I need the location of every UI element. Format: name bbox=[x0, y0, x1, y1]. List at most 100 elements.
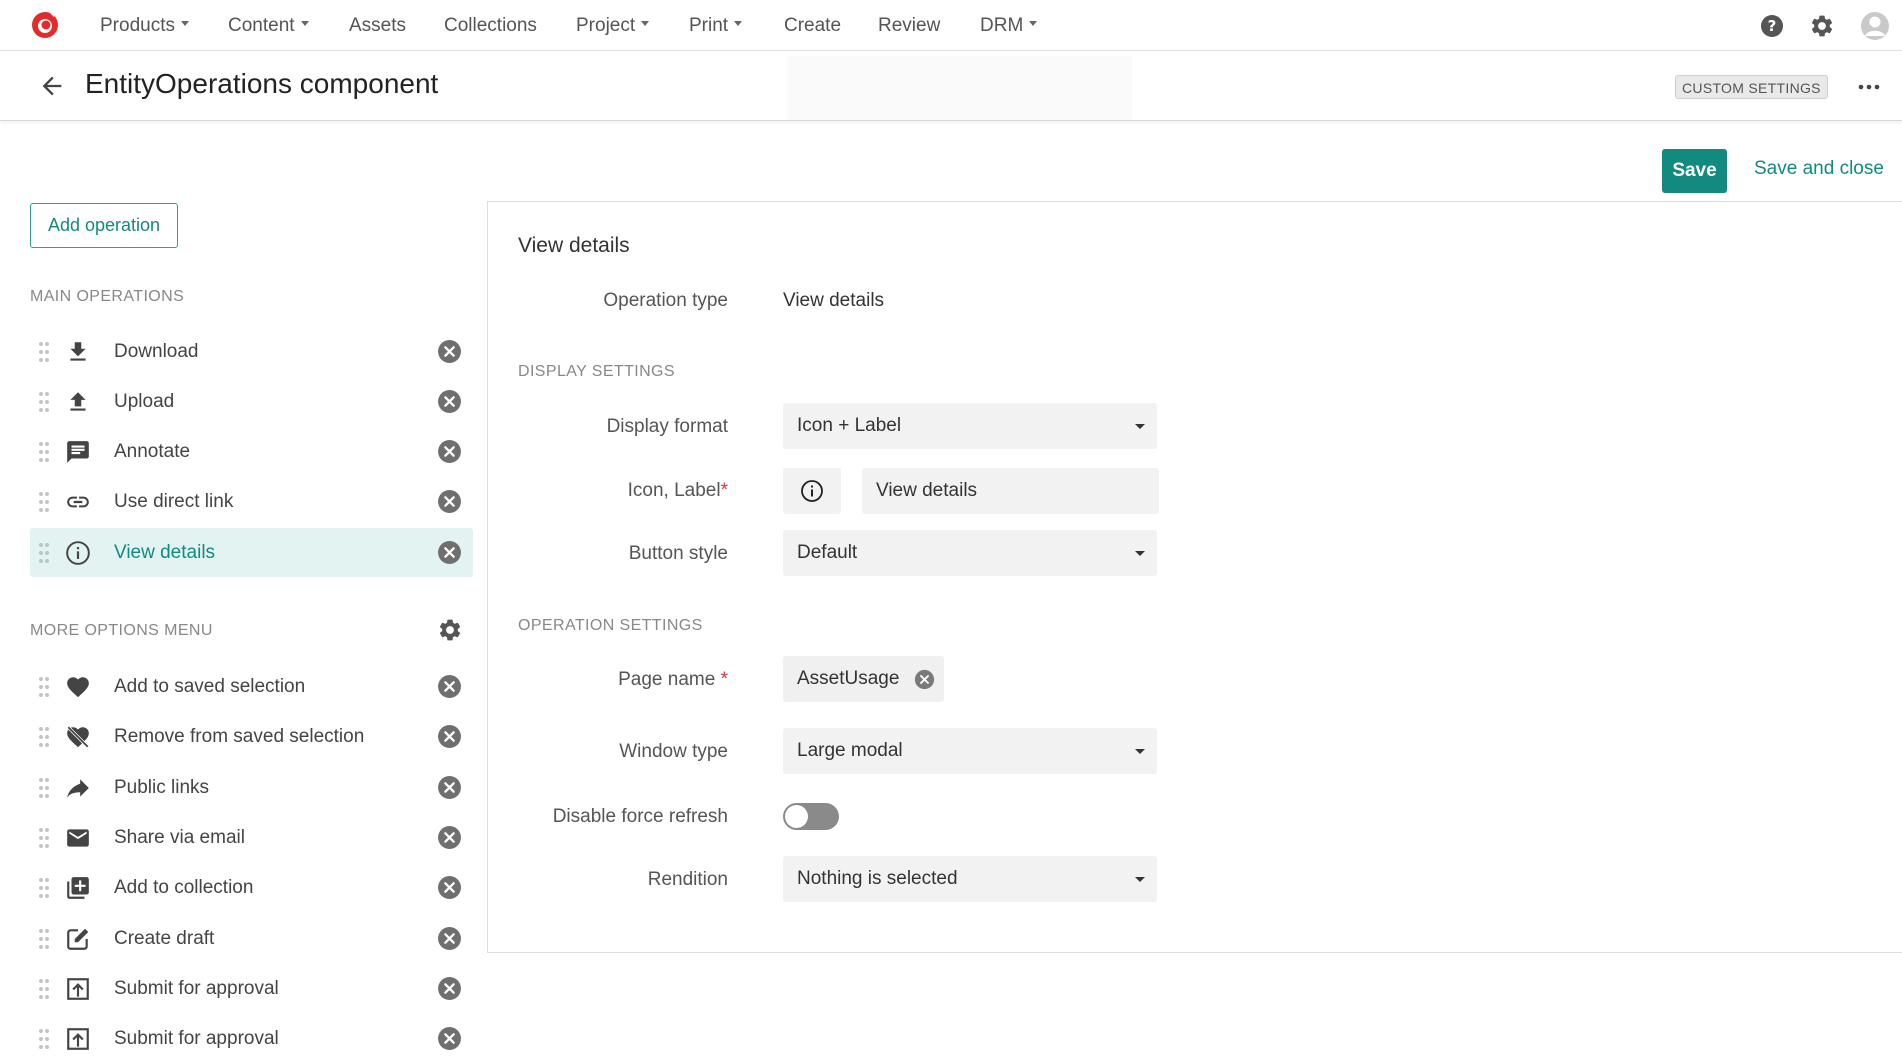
disable-force-refresh-toggle[interactable] bbox=[783, 803, 839, 830]
remove-circle-icon[interactable] bbox=[437, 439, 462, 464]
heart-icon bbox=[67, 677, 89, 698]
drag-handle-icon[interactable] bbox=[38, 491, 50, 513]
operation-row-share-email[interactable]: Share via email bbox=[30, 813, 473, 862]
submit-icon bbox=[67, 978, 89, 1000]
operation-label: Submit for approval bbox=[114, 978, 279, 999]
save-and-close-link[interactable]: Save and close bbox=[1754, 158, 1884, 180]
display-format-value: Icon + Label bbox=[797, 415, 902, 436]
icon-picker[interactable] bbox=[783, 468, 841, 514]
remove-circle-icon[interactable] bbox=[437, 926, 462, 951]
drag-handle-icon[interactable] bbox=[38, 978, 50, 1000]
comment-icon bbox=[67, 441, 89, 463]
drag-handle-icon[interactable] bbox=[38, 928, 50, 950]
button-style-value: Default bbox=[797, 542, 858, 563]
drag-handle-icon[interactable] bbox=[38, 441, 50, 463]
gear-icon[interactable] bbox=[437, 617, 463, 643]
back-arrow-icon[interactable] bbox=[38, 72, 66, 100]
display-settings-heading: DISPLAY SETTINGS bbox=[518, 363, 675, 380]
caret-down-icon bbox=[1135, 749, 1145, 754]
caret-down-icon bbox=[1135, 424, 1145, 429]
chevron-down-icon bbox=[180, 21, 189, 27]
remove-circle-icon[interactable] bbox=[437, 674, 462, 699]
nav-drm[interactable]: DRM bbox=[980, 0, 1038, 51]
operation-row-add-saved[interactable]: Add to saved selection bbox=[30, 662, 473, 711]
help-icon[interactable]: ? bbox=[1759, 13, 1785, 39]
edit-icon bbox=[67, 928, 89, 950]
operation-row-submit-approval[interactable]: Submit for approval bbox=[30, 964, 473, 1013]
operation-row-add-collection[interactable]: Add to collection bbox=[30, 863, 473, 912]
chevron-down-icon bbox=[1029, 21, 1038, 27]
operation-row-direct-link[interactable]: Use direct link bbox=[30, 477, 473, 526]
drag-handle-icon[interactable] bbox=[38, 542, 50, 564]
remove-circle-icon[interactable] bbox=[914, 669, 935, 690]
drag-handle-icon[interactable] bbox=[38, 726, 50, 748]
label-input[interactable] bbox=[862, 468, 1159, 514]
operation-row-create-draft[interactable]: Create draft bbox=[30, 914, 473, 963]
operation-row-view-details[interactable]: View details bbox=[30, 528, 473, 577]
add-operation-button[interactable]: Add operation bbox=[30, 203, 178, 248]
nav-products[interactable]: Products bbox=[100, 0, 189, 51]
drag-handle-icon[interactable] bbox=[38, 676, 50, 698]
brand-logo-icon[interactable] bbox=[30, 10, 60, 40]
remove-circle-icon[interactable] bbox=[437, 540, 462, 565]
operation-settings-heading: OPERATION SETTINGS bbox=[518, 617, 703, 634]
operation-label: Use direct link bbox=[114, 491, 234, 512]
remove-circle-icon[interactable] bbox=[437, 339, 462, 364]
operation-row-remove-saved[interactable]: Remove from saved selection bbox=[30, 712, 473, 761]
user-avatar-icon[interactable] bbox=[1860, 11, 1890, 41]
drag-handle-icon[interactable] bbox=[38, 1028, 50, 1050]
more-options-icon[interactable] bbox=[1855, 76, 1883, 98]
drag-handle-icon[interactable] bbox=[38, 827, 50, 849]
display-format-select[interactable]: Icon + Label bbox=[783, 403, 1157, 449]
remove-circle-icon[interactable] bbox=[437, 724, 462, 749]
nav-content[interactable]: Content bbox=[228, 0, 309, 51]
drag-handle-icon[interactable] bbox=[38, 391, 50, 413]
toggle-knob bbox=[785, 805, 808, 828]
svg-text:?: ? bbox=[1768, 17, 1777, 35]
drag-handle-icon[interactable] bbox=[38, 877, 50, 899]
nav-review[interactable]: Review bbox=[878, 0, 940, 51]
operation-label: Remove from saved selection bbox=[114, 726, 365, 747]
gear-icon[interactable] bbox=[1809, 13, 1835, 39]
drag-handle-icon[interactable] bbox=[38, 341, 50, 363]
operation-row-public-links[interactable]: Public links bbox=[30, 763, 473, 812]
nav-assets[interactable]: Assets bbox=[349, 0, 406, 51]
nav-create[interactable]: Create bbox=[784, 0, 841, 51]
save-button[interactable]: Save bbox=[1662, 149, 1727, 193]
download-icon bbox=[70, 342, 86, 361]
drag-handle-icon[interactable] bbox=[38, 777, 50, 799]
operation-label: Add to collection bbox=[114, 877, 254, 898]
nav-collections[interactable]: Collections bbox=[444, 0, 537, 51]
operation-label: Upload bbox=[114, 391, 175, 412]
operation-label: Annotate bbox=[114, 441, 191, 462]
custom-settings-badge: CUSTOM SETTINGS bbox=[1675, 75, 1828, 99]
rendition-select[interactable]: Nothing is selected bbox=[783, 856, 1157, 902]
window-type-select[interactable]: Large modal bbox=[783, 728, 1157, 774]
page-name-label: Page name * bbox=[618, 669, 728, 690]
operation-type-label: Operation type bbox=[603, 290, 728, 311]
nav-project[interactable]: Project bbox=[576, 0, 650, 51]
nav-print[interactable]: Print bbox=[689, 0, 743, 51]
remove-circle-icon[interactable] bbox=[437, 489, 462, 514]
remove-circle-icon[interactable] bbox=[437, 875, 462, 900]
button-style-label: Button style bbox=[628, 543, 728, 564]
remove-circle-icon[interactable] bbox=[437, 1026, 462, 1051]
mail-icon bbox=[67, 829, 89, 847]
remove-circle-icon[interactable] bbox=[437, 825, 462, 850]
remove-circle-icon[interactable] bbox=[437, 389, 462, 414]
remove-circle-icon[interactable] bbox=[437, 976, 462, 1001]
submit-icon bbox=[67, 1028, 89, 1050]
heart-off-icon bbox=[67, 726, 89, 748]
operation-row-upload[interactable]: Upload bbox=[30, 377, 473, 426]
button-style-select[interactable]: Default bbox=[783, 530, 1157, 576]
remove-circle-icon[interactable] bbox=[437, 775, 462, 800]
caret-down-icon bbox=[1135, 551, 1145, 556]
operation-row-download[interactable]: Download bbox=[30, 327, 473, 376]
operation-label: Create draft bbox=[114, 928, 215, 949]
chevron-down-icon bbox=[300, 21, 309, 27]
icon-label-label: Icon, Label* bbox=[627, 480, 728, 501]
operation-settings-panel: View details Operation type View details… bbox=[487, 201, 1902, 953]
operation-row-submit-approval[interactable]: Submit for approval bbox=[30, 1014, 473, 1063]
page-name-value: AssetUsage bbox=[797, 668, 900, 689]
operation-row-annotate[interactable]: Annotate bbox=[30, 427, 473, 476]
